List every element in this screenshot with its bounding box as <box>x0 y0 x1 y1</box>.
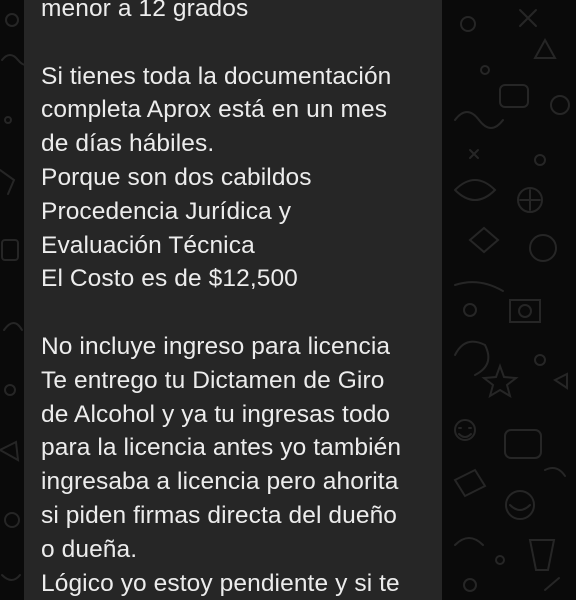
chat-background: menor a 12 grados Si tienes toda la docu… <box>0 0 576 600</box>
message-line: Procedencia Jurídica y <box>41 197 292 225</box>
message-line: si piden firmas directa del dueño <box>41 501 398 529</box>
message-line: menor a 12 grados <box>41 0 249 22</box>
message-line: Si tienes toda la documentación <box>41 62 392 90</box>
message-line: Te entrego tu Dictamen de Giro <box>41 366 385 394</box>
message-line: para la licencia antes yo también <box>41 434 402 462</box>
message-line: No incluye ingreso para licencia <box>41 332 391 360</box>
message-line: Lógico yo estoy pendiente y si te <box>41 569 400 597</box>
message-line: de días hábiles. <box>41 130 215 158</box>
message-line: o dueña. <box>41 535 138 563</box>
message-line: completa Aprox está en un mes <box>41 96 388 124</box>
message-line: Porque son dos cabildos <box>41 163 312 191</box>
message-line: El Costo es de $12,500 <box>41 265 298 293</box>
message-text: menor a 12 grados Si tienes toda la docu… <box>41 0 437 600</box>
message-line: Evaluación Técnica <box>41 231 255 259</box>
message-line: de Alcohol y ya tu ingresas todo <box>41 400 391 428</box>
message-line: ingresaba a licencia pero ahorita <box>41 468 399 496</box>
